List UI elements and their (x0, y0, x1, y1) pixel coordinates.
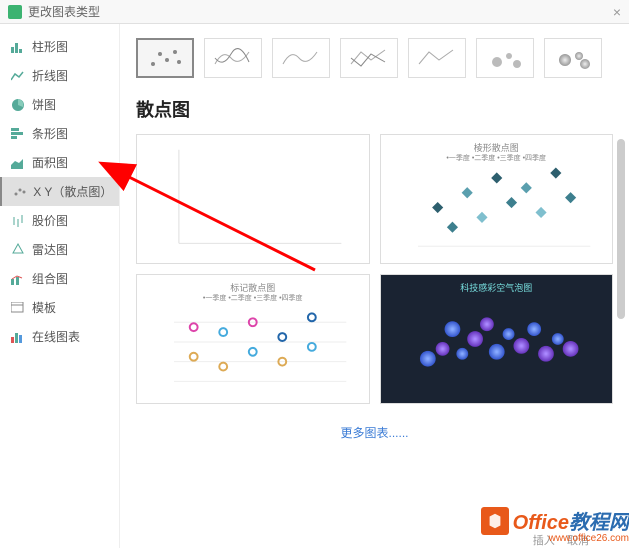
subtype-scatter-straight-lines[interactable] (408, 38, 466, 78)
sidebar-item-label: 股价图 (32, 212, 68, 229)
sidebar-item-online[interactable]: 在线图表 (0, 322, 119, 351)
preview-tech-bubble[interactable]: 科技感彩空气泡图 (380, 274, 614, 404)
sidebar-item-line[interactable]: 折线图 (0, 61, 119, 90)
section-title: 散点图 (136, 96, 613, 122)
sidebar-item-label: 面积图 (32, 154, 68, 171)
subtype-scatter-dots[interactable] (136, 38, 194, 78)
preview-legend: •一季度 •二季度 •三季度 •四季度 (381, 153, 613, 163)
sidebar-item-label: 模板 (32, 299, 56, 316)
template-icon (10, 301, 26, 315)
app-icon (8, 5, 22, 19)
more-charts-link[interactable]: 更多图表...... (136, 424, 613, 441)
preview-grid: 棱形散点图 •一季度 •二季度 •三季度 •四季度 (136, 134, 613, 404)
titlebar: 更改图表类型 × (0, 0, 629, 24)
area-chart-icon (10, 156, 26, 170)
sidebar-item-template[interactable]: 模板 (0, 293, 119, 322)
sidebar-item-label: X Y（散点图） (33, 183, 109, 200)
close-button[interactable]: × (613, 4, 621, 20)
preview-basic-scatter[interactable] (136, 134, 370, 264)
chart-subtype-strip (136, 38, 613, 78)
window-title: 更改图表类型 (28, 3, 100, 20)
column-chart-icon (10, 40, 26, 54)
sidebar-item-label: 在线图表 (32, 328, 80, 345)
sidebar-item-pie[interactable]: 饼图 (0, 90, 119, 119)
online-chart-icon (10, 330, 26, 344)
scatter-chart-icon (12, 185, 27, 199)
sidebar-item-label: 雷达图 (32, 241, 68, 258)
radar-chart-icon (10, 243, 26, 257)
preview-legend: •一季度 •二季度 •三季度 •四季度 (137, 293, 369, 303)
sidebar-item-column[interactable]: 柱形图 (0, 32, 119, 61)
combo-chart-icon (10, 272, 26, 286)
watermark: Office教程网 www.office26.com (481, 506, 629, 544)
sidebar-item-combo[interactable]: 组合图 (0, 264, 119, 293)
main-container: 柱形图 折线图 饼图 条形图 面积图 X Y（散点图） 股价图 雷达图 (0, 24, 629, 548)
bar-chart-icon (10, 127, 26, 141)
sidebar-item-label: 折线图 (32, 67, 68, 84)
subtype-scatter-straight-lines-markers[interactable] (340, 38, 398, 78)
sidebar-item-stock[interactable]: 股价图 (0, 206, 119, 235)
sidebar-item-area[interactable]: 面积图 (0, 148, 119, 177)
sidebar-item-label: 柱形图 (32, 38, 68, 55)
pie-chart-icon (10, 98, 26, 112)
subtype-scatter-smooth-lines[interactable] (272, 38, 330, 78)
preview-title: 科技感彩空气泡图 (381, 281, 613, 294)
watermark-text: Office教程网 (513, 506, 629, 535)
content-pane: 散点图 棱形散点图 •一季度 •二季度 •三季度 •四季度 (120, 24, 629, 548)
sidebar-item-label: 条形图 (32, 125, 68, 142)
preview-marked-scatter[interactable]: 标记散点图 •一季度 •二季度 •三季度 •四季度 (136, 274, 370, 404)
sidebar: 柱形图 折线图 饼图 条形图 面积图 X Y（散点图） 股价图 雷达图 (0, 24, 120, 548)
line-chart-icon (10, 69, 26, 83)
subtype-scatter-smooth-lines-markers[interactable] (204, 38, 262, 78)
sidebar-item-label: 饼图 (32, 96, 56, 113)
subtype-bubble[interactable] (476, 38, 534, 78)
preview-diamond-scatter[interactable]: 棱形散点图 •一季度 •二季度 •三季度 •四季度 (380, 134, 614, 264)
sidebar-item-radar[interactable]: 雷达图 (0, 235, 119, 264)
sidebar-item-bar[interactable]: 条形图 (0, 119, 119, 148)
scrollbar-thumb[interactable] (617, 139, 625, 319)
stock-chart-icon (10, 214, 26, 228)
sidebar-item-scatter[interactable]: X Y（散点图） (0, 177, 119, 206)
subtype-3d-bubble[interactable] (544, 38, 602, 78)
sidebar-item-label: 组合图 (32, 270, 68, 287)
watermark-logo-icon (481, 507, 509, 535)
